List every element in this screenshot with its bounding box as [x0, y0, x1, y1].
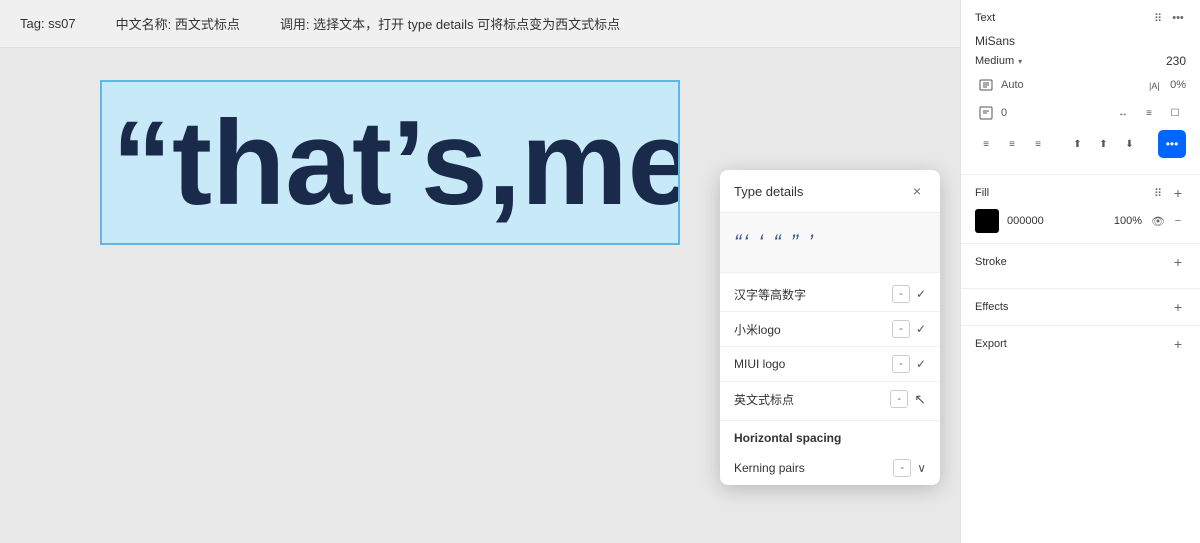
canvas-area: Tag: ss07 中文名称: 西文式标点 调用: 选择文本，打开 type d…	[0, 0, 960, 543]
text-section-title-row: Text ⠿ •••	[975, 10, 1186, 26]
minus-button-miui[interactable]: -	[892, 355, 910, 373]
text-section-title: Text	[975, 12, 995, 24]
stroke-add-button[interactable]: +	[1170, 254, 1186, 270]
visibility-icon[interactable]: 👁	[1150, 213, 1166, 229]
text-controls-row-1: Auto |A| 0%	[975, 74, 1186, 96]
font-weight-label: Medium	[975, 55, 1014, 67]
item-label-english-punct: 英文式标点	[734, 391, 890, 408]
valign-top-icon[interactable]: ⬆	[1067, 133, 1089, 155]
kerning-controls: - ∨	[893, 459, 926, 477]
text-section: Text ⠿ ••• MiSans Medium ▾ 230	[961, 0, 1200, 175]
effects-section: Effects +	[961, 289, 1200, 326]
fill-add-button[interactable]: +	[1170, 185, 1186, 201]
popup-list: 汉字等高数字 - ✓ 小米logo - ✓ MIUI logo - ✓	[720, 273, 940, 420]
item-label-miui: MIUI logo	[734, 357, 892, 371]
text-section-icons: ⠿ •••	[1150, 10, 1186, 26]
list-item: 英文式标点 - ↖	[720, 382, 940, 416]
kern-icon: |A|	[1144, 74, 1166, 96]
minus-button-english-punct[interactable]: -	[890, 390, 908, 408]
more-icon[interactable]: •••	[1170, 10, 1186, 26]
remove-fill-icon[interactable]: −	[1170, 213, 1186, 229]
font-weight-select[interactable]: Medium ▾	[975, 55, 1022, 67]
popup-header: Type details ×	[720, 170, 940, 213]
fill-actions: 👁 −	[1150, 213, 1186, 229]
list-item: 小米logo - ✓	[720, 312, 940, 347]
align-justify-icon[interactable]: ≡	[1027, 133, 1049, 155]
usage-label: 调用: 选择文本，打开 type details 可将标点变为西文式标点	[280, 14, 620, 33]
line-height-icon	[975, 102, 997, 124]
align-left-icon[interactable]: ≡	[975, 133, 997, 155]
stroke-section-title: Stroke	[975, 256, 1007, 268]
tag-label: Tag: ss07	[20, 16, 76, 31]
kerning-label: Kerning pairs	[734, 461, 805, 475]
popup-preview: “‘ ‘ “ ” ’	[720, 213, 940, 273]
punctuation-preview: “‘ ‘ “ ” ’	[734, 230, 815, 256]
check-icon-kanji: ✓	[916, 287, 926, 301]
color-swatch[interactable]	[975, 209, 999, 233]
item-controls: - ✓	[892, 355, 926, 373]
valign-middle-icon[interactable]: ⬆	[1093, 133, 1115, 155]
list-item: 汉字等高数字 - ✓	[720, 277, 940, 312]
popup-title: Type details	[734, 184, 803, 199]
fill-grid-icon[interactable]: ⠿	[1150, 185, 1166, 201]
stroke-section: Stroke +	[961, 244, 1200, 289]
more-options-button[interactable]: •••	[1158, 130, 1186, 158]
font-name[interactable]: MiSans	[975, 34, 1186, 48]
kern-pct[interactable]: 0%	[1170, 79, 1186, 91]
minus-button-kerning[interactable]: -	[893, 459, 911, 477]
item-controls: - ✓	[892, 320, 926, 338]
popup-close-button[interactable]: ×	[908, 182, 926, 200]
chevron-down-icon: ∨	[917, 461, 926, 475]
grid-icon[interactable]: ⠿	[1150, 10, 1166, 26]
color-hex-value[interactable]: 000000	[1007, 215, 1106, 227]
effects-add-button[interactable]: +	[1170, 299, 1186, 315]
list-item: MIUI logo - ✓	[720, 347, 940, 382]
dots-icon: •••	[1166, 137, 1179, 151]
check-icon-xiaomi: ✓	[916, 322, 926, 336]
item-controls: - ✓	[892, 285, 926, 303]
check-icon-english-punct: ↖	[914, 391, 926, 408]
fill-section-icons: ⠿ +	[1150, 185, 1186, 201]
name-label: 中文名称: 西文式标点	[116, 14, 240, 33]
kerning-row: Kerning pairs - ∨	[720, 451, 940, 485]
effects-row: Effects +	[975, 299, 1186, 315]
fill-section: Fill ⠿ + 000000 100% 👁 −	[961, 175, 1200, 244]
align-center-icon[interactable]: ≡	[1001, 133, 1023, 155]
font-weight-row: Medium ▾ 230	[975, 54, 1186, 68]
align-h-icon[interactable]: ≡	[1138, 102, 1160, 124]
right-panel: Text ⠿ ••• MiSans Medium ▾ 230	[960, 0, 1200, 543]
resize-icon[interactable]: ↔	[1112, 102, 1134, 124]
minus-button-kanji[interactable]: -	[892, 285, 910, 303]
fill-title-row: Fill ⠿ +	[975, 185, 1186, 201]
frame-icon[interactable]: ☐	[1164, 102, 1186, 124]
text-preview-box[interactable]: “that’s,me	[100, 80, 680, 245]
effects-section-title: Effects	[975, 301, 1008, 313]
horizontal-spacing-header: Horizontal spacing	[720, 420, 940, 451]
export-add-button[interactable]: +	[1170, 336, 1186, 352]
export-title-row: Export +	[975, 336, 1186, 352]
valign-bottom-icon[interactable]: ⬇	[1119, 133, 1141, 155]
top-bar: Tag: ss07 中文名称: 西文式标点 调用: 选择文本，打开 type d…	[0, 0, 960, 48]
opacity-value[interactable]: 100%	[1114, 215, 1142, 227]
item-label-xiaomi: 小米logo	[734, 321, 892, 338]
check-icon-miui: ✓	[916, 357, 926, 371]
font-size-value[interactable]: 230	[1166, 54, 1186, 68]
line-height-value[interactable]: 0	[1001, 107, 1007, 119]
item-controls: - ↖	[890, 390, 926, 408]
text-controls-row-2: 0 ↔ ≡ ☐	[975, 102, 1186, 124]
auto-height-icon	[975, 74, 997, 96]
fill-section-title: Fill	[975, 187, 989, 199]
svg-text:|A|: |A|	[1149, 81, 1160, 91]
export-section-title: Export	[975, 338, 1007, 350]
auto-label: Auto	[1001, 79, 1024, 91]
export-section: Export +	[961, 326, 1200, 370]
fill-row: 000000 100% 👁 −	[975, 209, 1186, 233]
align-row: ≡ ≡ ≡ ⬆ ⬆ ⬇ •••	[975, 130, 1186, 158]
minus-button-xiaomi[interactable]: -	[892, 320, 910, 338]
preview-text: “that’s,me	[102, 103, 680, 223]
stroke-title-row: Stroke +	[975, 254, 1186, 270]
item-label-kanji: 汉字等高数字	[734, 286, 892, 303]
chevron-down-icon: ▾	[1018, 57, 1022, 66]
type-details-popup: Type details × “‘ ‘ “ ” ’ 汉字等高数字 - ✓ 小米l…	[720, 170, 940, 485]
